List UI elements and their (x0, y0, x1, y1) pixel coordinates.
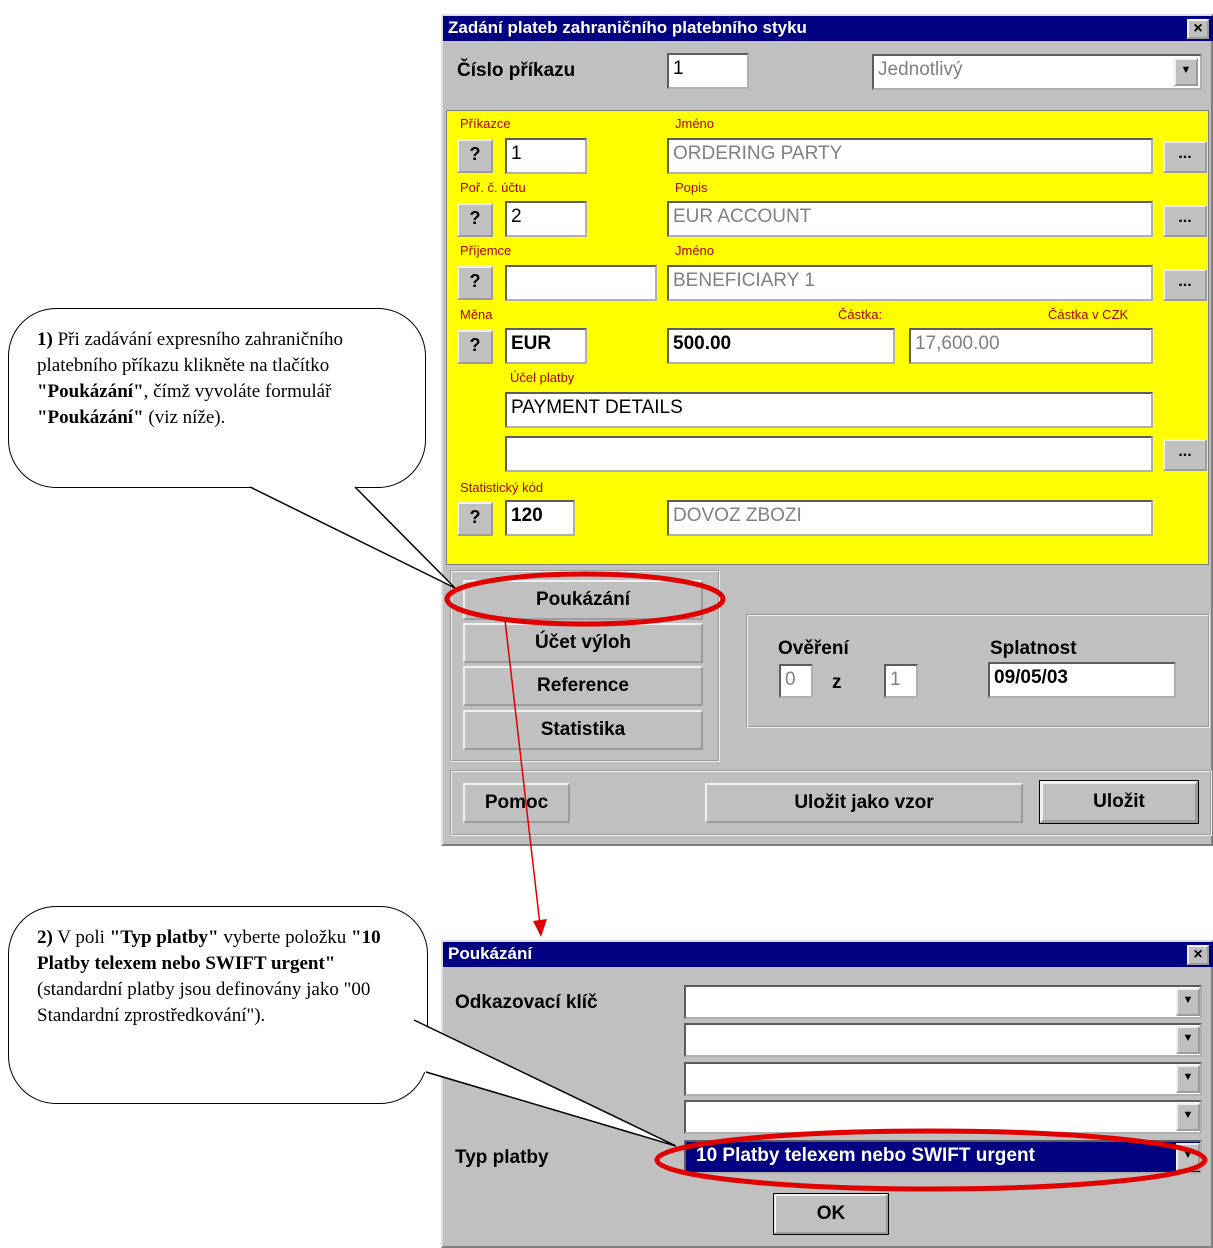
purpose-field-2[interactable] (505, 436, 1153, 472)
chevron-down-icon[interactable]: ▼ (1176, 1103, 1200, 1131)
currency-label: Měna (460, 307, 493, 322)
callout-2-number: 2) (37, 927, 53, 948)
callout-1-text: Při zadávání expresního zahraničního pla… (37, 329, 343, 376)
reference-key-select-4[interactable] (684, 1100, 1202, 1134)
callout-1-text-3: (viz níže). (143, 407, 226, 428)
account-label: Poř. č. účtu (460, 180, 526, 195)
callout-1-bold-2: "Poukázání" (37, 407, 144, 428)
amount-label: Částka: (838, 307, 883, 322)
orderer-field[interactable]: 1 (505, 138, 587, 174)
callout-1-tail (250, 486, 455, 588)
payment-type-label: Typ platby (455, 1147, 549, 1168)
orderer-name-field[interactable]: ORDERING PARTY (667, 138, 1153, 174)
reference-button[interactable]: Reference (463, 666, 703, 706)
purpose-label: Účel platby (510, 370, 575, 385)
due-date-field[interactable]: 09/05/03 (988, 662, 1176, 698)
ok-button[interactable]: OK (773, 1193, 889, 1235)
account-desc-label: Popis (675, 180, 708, 195)
verification-field-b: 1 (884, 664, 918, 698)
order-number-label: Číslo příkazu (457, 60, 576, 81)
account-desc-field[interactable]: EUR ACCOUNT (667, 201, 1153, 237)
due-date-label: Splatnost (990, 638, 1077, 659)
remittance-button[interactable]: Poukázání (463, 580, 703, 620)
callout-1-text-2: , čímž vyvoláte formulář (143, 381, 332, 402)
purpose-field-1[interactable]: PAYMENT DETAILS (505, 392, 1153, 428)
callout-1-bold-1: "Poukázání" (37, 381, 144, 402)
save-template-button[interactable]: Uložit jako vzor (705, 783, 1023, 823)
orderer-lookup-button[interactable]: ? (457, 139, 493, 173)
callout-1-number: 1) (37, 329, 53, 350)
beneficiary-lookup-button[interactable]: ? (457, 266, 493, 300)
payment-type-value: 10 Platby telexem nebo SWIFT urgent (696, 1145, 1035, 1166)
remittance-title: Poukázání (448, 944, 533, 963)
orderer-name-label: Jméno (675, 116, 715, 131)
reference-key-label: Odkazovací klíč (455, 992, 598, 1013)
chevron-down-icon[interactable]: ▼ (1176, 1143, 1200, 1171)
callout-step-1: 1) Při zadávání expresního zahraničního … (8, 308, 426, 488)
order-number-field[interactable]: 1 (667, 53, 749, 89)
payment-type-select[interactable]: 10 Platby telexem nebo SWIFT urgent (684, 1140, 1202, 1174)
account-field[interactable]: 2 (505, 201, 587, 237)
reference-key-select-3[interactable] (684, 1062, 1202, 1096)
order-type-select[interactable]: Jednotlivý (872, 54, 1202, 90)
beneficiary-browse-button[interactable]: ... (1163, 269, 1207, 301)
callout-2-text-3: (standardní platby jsou definovány jako … (37, 979, 371, 1026)
close-icon[interactable]: × (1187, 19, 1209, 39)
chevron-down-icon[interactable]: ▼ (1176, 988, 1200, 1016)
callout-2-text-2: vyberte položku (218, 927, 352, 948)
chevron-down-icon[interactable]: ▼ (1176, 1026, 1200, 1054)
reference-key-select-2[interactable] (684, 1023, 1202, 1057)
save-button[interactable]: Uložit (1039, 780, 1199, 824)
beneficiary-field[interactable] (505, 265, 657, 301)
verification-label: Ověření (778, 638, 849, 659)
remittance-title-bar: Poukázání (443, 942, 1213, 967)
callout-2-text: V poli (52, 927, 110, 948)
amount-field[interactable]: 500.00 (667, 328, 895, 364)
statistics-button[interactable]: Statistika (463, 710, 703, 750)
stat-code-desc-field: DOVOZ ZBOZI (667, 500, 1153, 536)
account-browse-button[interactable]: ... (1163, 205, 1207, 237)
callout-2-bold-1: "Typ platby" (109, 927, 219, 948)
beneficiary-name-label: Jméno (675, 243, 715, 258)
reference-key-select-1[interactable] (684, 985, 1202, 1019)
chevron-down-icon[interactable]: ▼ (1176, 1065, 1200, 1093)
payment-entry-title-bar: Zadání plateb zahraničního platebního st… (443, 16, 1213, 41)
orderer-label: Příkazce (460, 116, 511, 131)
purpose-browse-button[interactable]: ... (1163, 439, 1207, 471)
beneficiary-name-field[interactable]: BENEFICIARY 1 (667, 265, 1153, 301)
callout-step-2: 2) V poli "Typ platby" vyberte položku "… (8, 906, 428, 1104)
orderer-browse-button[interactable]: ... (1163, 141, 1207, 173)
expense-account-button[interactable]: Účet výloh (463, 623, 703, 663)
beneficiary-label: Příjemce (460, 243, 512, 258)
stat-code-lookup-button[interactable]: ? (457, 502, 493, 536)
stat-code-field[interactable]: 120 (505, 500, 575, 536)
currency-lookup-button[interactable]: ? (457, 330, 493, 364)
flow-arrow-head (533, 919, 547, 937)
close-icon[interactable]: × (1187, 945, 1209, 965)
payment-entry-title: Zadání plateb zahraničního platebního st… (448, 18, 807, 37)
currency-field[interactable]: EUR (505, 328, 587, 364)
amount-czk-label: Částka v CZK (1048, 307, 1129, 322)
callout-1-tail-outline (249, 486, 456, 589)
verification-of-label: z (832, 672, 842, 693)
amount-czk-field: 17,600.00 (909, 328, 1153, 364)
chevron-down-icon[interactable]: ▼ (1174, 58, 1198, 86)
help-button[interactable]: Pomoc (463, 783, 570, 823)
stat-code-label: Statistický kód (460, 480, 544, 495)
account-lookup-button[interactable]: ? (457, 203, 493, 237)
verification-field-a: 0 (779, 664, 813, 698)
